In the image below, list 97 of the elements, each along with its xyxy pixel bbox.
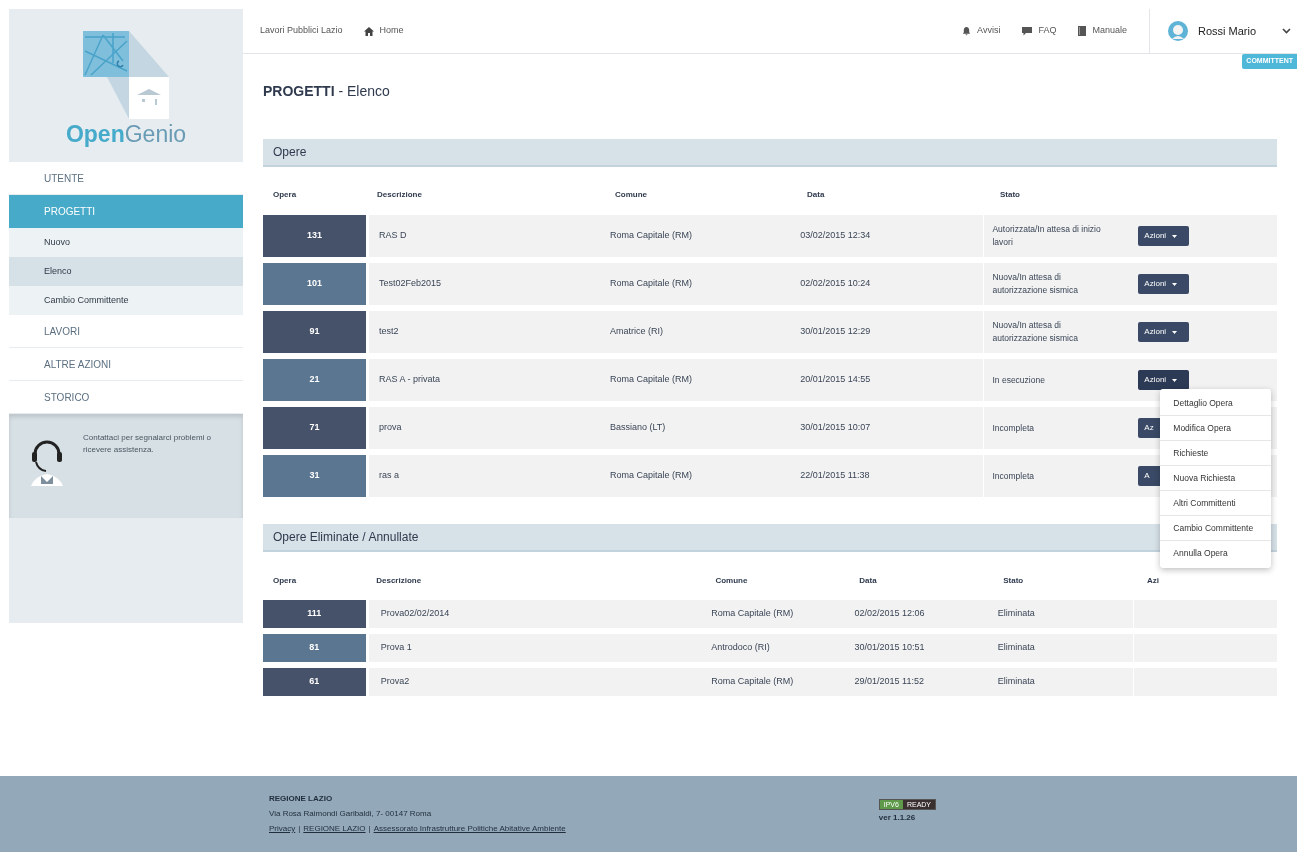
table-cell: RAS A - privata	[369, 359, 602, 401]
table-cell: Antrodoco (RI)	[703, 634, 847, 662]
sidebar-item[interactable]: LAVORI	[9, 315, 243, 348]
table-cell: test2	[369, 311, 602, 353]
table-cell: In esecuzione	[983, 359, 1131, 401]
table-cell: Autorizzata/In attesa di inizio lavori	[983, 215, 1131, 257]
column-header: Descrizione	[376, 189, 423, 201]
separator: |	[298, 823, 301, 835]
table-cell: 30/01/2015 10:07	[792, 407, 984, 449]
table-cell: 02/02/2015 12:06	[846, 600, 990, 628]
footer-address: Via Rosa Raimondi Garibaldi, 7- 00147 Roma	[269, 808, 433, 820]
table-cell: 30/01/2015 12:29	[792, 311, 984, 353]
table-cell: Eliminata	[989, 600, 1133, 628]
sidebar-subitem[interactable]: Nuovo	[9, 228, 243, 257]
table-cell: Prova2	[368, 668, 704, 696]
table-cell: Bassiano (LT)	[601, 407, 793, 449]
top-link[interactable]: Manuale	[1078, 24, 1127, 38]
sidebar-item[interactable]: STORICO	[9, 381, 243, 414]
opera-id-cell: 81	[263, 634, 366, 662]
table-cell: 20/01/2015 14:55	[792, 359, 984, 401]
table-cell: 30/01/2015 10:51	[846, 634, 990, 662]
version-text: ver 1.1.26	[878, 811, 917, 824]
column-header: Data	[806, 189, 826, 201]
table-cell: Roma Capitale (RM)	[601, 455, 793, 497]
caret-icon	[1172, 330, 1178, 334]
opera-id-cell: 101	[263, 263, 367, 305]
menu-item[interactable]: Annulla Opera	[1160, 541, 1272, 566]
sidebar-item[interactable]: UTENTE	[9, 162, 243, 195]
help-text: Contattaci per segnalarci problemi o ricevere assistenza.	[83, 432, 213, 456]
book-icon	[1078, 26, 1087, 36]
footer-link[interactable]: REGIONE LAZIO	[303, 823, 366, 835]
table-cell: Roma Capitale (RM)	[703, 668, 847, 696]
opera-id-cell: 131	[263, 215, 367, 257]
column-header: Azi	[1146, 575, 1161, 587]
top-link[interactable]: FAQ	[1022, 24, 1057, 38]
top-link[interactable]: Avvisi	[962, 24, 1001, 38]
breadcrumb-link[interactable]: Lavori Pubblici Lazio	[260, 24, 343, 38]
table-cell: Nuova/In attesa di autorizzazione sismica	[983, 311, 1131, 353]
logo-wordmark: OpenGenio	[65, 123, 187, 146]
home-link[interactable]: Home	[363, 24, 404, 38]
table-cell: 03/02/2015 12:34	[792, 215, 984, 257]
column-header: Stato	[1002, 575, 1025, 587]
column-header: Opera	[272, 189, 298, 201]
section-header: Opere	[263, 139, 1277, 167]
table-cell: 29/01/2015 11:52	[846, 668, 990, 696]
table-cell: Incompleta	[983, 407, 1131, 449]
table-cell: Roma Capitale (RM)	[703, 600, 847, 628]
table-cell: Roma Capitale (RM)	[601, 215, 793, 257]
column-header: Comune	[714, 575, 749, 587]
table-cell: 22/01/2015 11:38	[792, 455, 984, 497]
caret-icon	[1172, 378, 1178, 382]
opera-id-cell: 111	[263, 600, 366, 628]
actions-button[interactable]: Azioni	[1138, 322, 1190, 342]
column-header: Stato	[999, 189, 1021, 201]
table-cell: Incompleta	[983, 455, 1131, 497]
column-header: Comune	[614, 189, 648, 201]
home-icon	[363, 26, 374, 36]
table-cell: Prova 1	[368, 634, 704, 662]
actions-button[interactable]: Azioni	[1138, 226, 1190, 246]
footer-org: REGIONE LAZIO	[269, 793, 334, 805]
column-header: Opera	[272, 575, 298, 587]
footer-link[interactable]: Assessorato Infrastrutture Politiche Abitative Ambiente	[373, 823, 566, 835]
sidebar-subitem[interactable]: Elenco	[9, 257, 243, 286]
column-header: Descrizione	[375, 575, 423, 587]
column-header: Data	[858, 575, 878, 587]
user-menu[interactable]: Rossi Mario	[1149, 9, 1297, 53]
separator: |	[368, 823, 371, 835]
bell-icon	[962, 26, 972, 36]
actions-button[interactable]: Azioni	[1138, 274, 1190, 294]
footer-link[interactable]: Privacy	[269, 823, 296, 835]
table-cell: Roma Capitale (RM)	[601, 263, 793, 305]
actions-button[interactable]: Azioni	[1138, 370, 1190, 390]
caret-icon	[1172, 282, 1178, 286]
page-title: PROGETTI - Elenco	[263, 82, 391, 101]
table-cell: Roma Capitale (RM)	[601, 359, 793, 401]
user-name: Rossi Mario	[1198, 23, 1257, 39]
speech-bubble-icon	[1022, 26, 1033, 36]
table-cell: Test02Feb2015	[369, 263, 602, 305]
chevron-down-icon	[1282, 28, 1291, 34]
caret-icon	[1172, 234, 1178, 238]
table-cell: Nuova/In attesa di autorizzazione sismica	[983, 263, 1131, 305]
table-cell: 02/02/2015 10:24	[792, 263, 984, 305]
sidebar-item[interactable]: ALTRE AZIONI	[9, 348, 243, 381]
table-cell: Prova02/02/2014	[368, 600, 704, 628]
opera-id-cell: 91	[263, 311, 367, 353]
opera-id-cell: 31	[263, 455, 367, 497]
table-cell: ras a	[369, 455, 602, 497]
opera-id-cell: 21	[263, 359, 367, 401]
table-cell: Eliminata	[989, 634, 1133, 662]
sidebar-subitem[interactable]: Cambio Committente	[9, 286, 243, 315]
table-cell: prova	[369, 407, 602, 449]
table-cell: Eliminata	[989, 668, 1133, 696]
opera-id-cell: 71	[263, 407, 367, 449]
table-cell: Amatrice (RI)	[601, 311, 793, 353]
table-cell: RAS D	[369, 215, 602, 257]
avatar-icon	[1168, 21, 1188, 41]
opera-id-cell: 61	[263, 668, 366, 696]
